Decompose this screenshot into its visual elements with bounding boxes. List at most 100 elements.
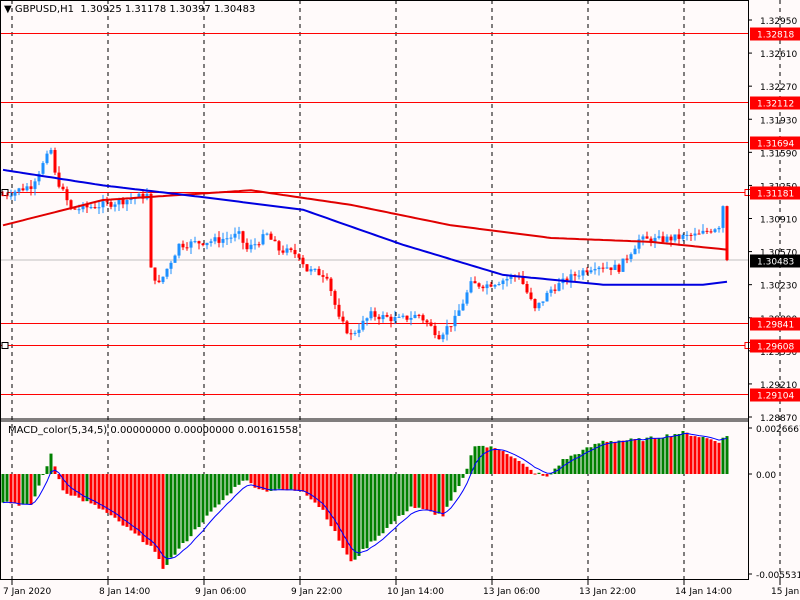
candle-bull — [89, 207, 93, 209]
candle-bull — [461, 303, 465, 311]
macd-histogram-bar — [45, 466, 49, 474]
macd-histogram-bar — [633, 439, 637, 474]
macd-histogram-bar — [205, 474, 209, 516]
candle-bull — [693, 233, 697, 236]
macd-histogram-bar — [129, 474, 133, 531]
candle-bear — [185, 247, 189, 249]
macd-histogram-bar — [429, 474, 433, 512]
candle-bear — [437, 335, 441, 340]
macd-histogram-bar — [201, 474, 205, 523]
candle-bear — [153, 267, 157, 281]
candle-bull — [41, 163, 45, 174]
macd-histogram-bar — [473, 446, 477, 474]
candle-bull — [605, 267, 609, 269]
macd-histogram-bar — [177, 474, 181, 549]
candle-bear — [533, 299, 537, 309]
candle-bear — [181, 243, 185, 248]
candle-bull — [545, 292, 549, 302]
candle-bull — [465, 292, 469, 304]
macd-histogram-bar — [141, 474, 145, 543]
macd-histogram-bar — [629, 438, 633, 474]
macd-histogram-bar — [193, 474, 197, 530]
macd-histogram-bar — [621, 440, 625, 474]
candle-bear — [677, 234, 681, 239]
price-levels — [0, 33, 752, 395]
macd-histogram-bar — [625, 440, 629, 474]
candle-bull — [657, 236, 661, 238]
candle-bull — [409, 317, 413, 320]
macd-histogram-bar — [377, 474, 381, 536]
candle-bull — [9, 195, 13, 197]
level-price-label: 1.31181 — [757, 190, 794, 200]
candle-bear — [389, 316, 393, 322]
candle-bull — [393, 317, 397, 322]
candle-bull — [117, 199, 121, 205]
macd-histogram-bar — [33, 474, 37, 497]
macd-histogram-bar — [285, 474, 289, 491]
macd-histogram-bar — [361, 474, 365, 549]
macd-histogram-bar — [401, 474, 405, 515]
candle-bear — [477, 283, 481, 287]
macd-histogram-bar — [133, 474, 137, 534]
candle-bull — [193, 241, 197, 243]
candle-bear — [273, 239, 277, 242]
macd-histogram-bar — [245, 474, 249, 481]
price-tick-label: 1.30230 — [760, 282, 797, 292]
macd-histogram-bar — [389, 474, 393, 525]
macd-histogram-bar — [357, 474, 361, 556]
candle-bear — [417, 314, 421, 316]
candle-bear — [709, 231, 713, 233]
price-chart[interactable]: 7 Jan 2020 8 Jan 14:00 9 Jan 06:00 9 Jan 22… — [0, 0, 800, 600]
macd-tick-label: -0.005531 — [756, 571, 800, 581]
macd-histogram-bar — [241, 474, 245, 481]
candle-bear — [449, 326, 453, 328]
candle-bear — [109, 202, 113, 207]
candle-bull — [229, 237, 233, 239]
candle-bear — [481, 286, 485, 289]
macd-histogram-bar — [573, 454, 577, 474]
macd-histogram-bar — [281, 474, 285, 491]
macd-histogram-bar — [169, 474, 173, 558]
macd-histogram-bar — [493, 448, 497, 474]
macd-histogram-bar — [649, 436, 653, 474]
candle-bear — [73, 208, 77, 210]
candle-bull — [161, 276, 165, 283]
macd-histogram-bar — [505, 454, 509, 474]
candle-bear — [433, 325, 437, 336]
macd-histogram-bar — [173, 474, 177, 555]
macd-histogram-bar — [353, 474, 357, 560]
macd-histogram-bar — [409, 474, 413, 507]
candle-bear — [21, 188, 25, 191]
macd-histogram-bar — [217, 474, 221, 505]
candle-bull — [397, 316, 401, 318]
macd-histogram-bar — [481, 445, 485, 474]
macd-histogram-bar — [689, 435, 693, 474]
candle-bull — [249, 244, 253, 250]
macd-histogram-bar — [681, 431, 685, 474]
candle-bear — [705, 230, 709, 232]
candle-bear — [53, 150, 57, 173]
macd-histogram-bar — [41, 474, 45, 475]
price-tick-label: 1.31590 — [760, 149, 797, 159]
macd-histogram-bar — [277, 474, 281, 489]
macd-histogram-bar — [617, 440, 621, 474]
candle-bull — [681, 234, 685, 239]
price-tick-label: 1.28870 — [760, 414, 797, 424]
macd-histogram-bar — [709, 439, 713, 474]
macd-histogram-bar — [113, 474, 117, 518]
candle-bull — [549, 289, 553, 293]
candle-bear — [197, 241, 201, 244]
candle-bear — [277, 241, 281, 251]
candle-bull — [205, 242, 209, 246]
macd-histogram-bar — [529, 469, 533, 474]
macd-histogram-bar — [433, 474, 437, 515]
macd-histogram-bar — [337, 474, 341, 541]
time-label: 9 Jan 22:00 — [291, 587, 343, 597]
macd-histogram-bar — [13, 474, 17, 504]
candle-bear — [305, 264, 309, 272]
price-tick-label: 1.30910 — [760, 216, 797, 226]
price-tick-label: 1.32950 — [760, 17, 797, 27]
macd-histogram-bar — [393, 474, 397, 522]
macd-histogram-bar — [645, 437, 649, 474]
candle-bear — [385, 315, 389, 317]
